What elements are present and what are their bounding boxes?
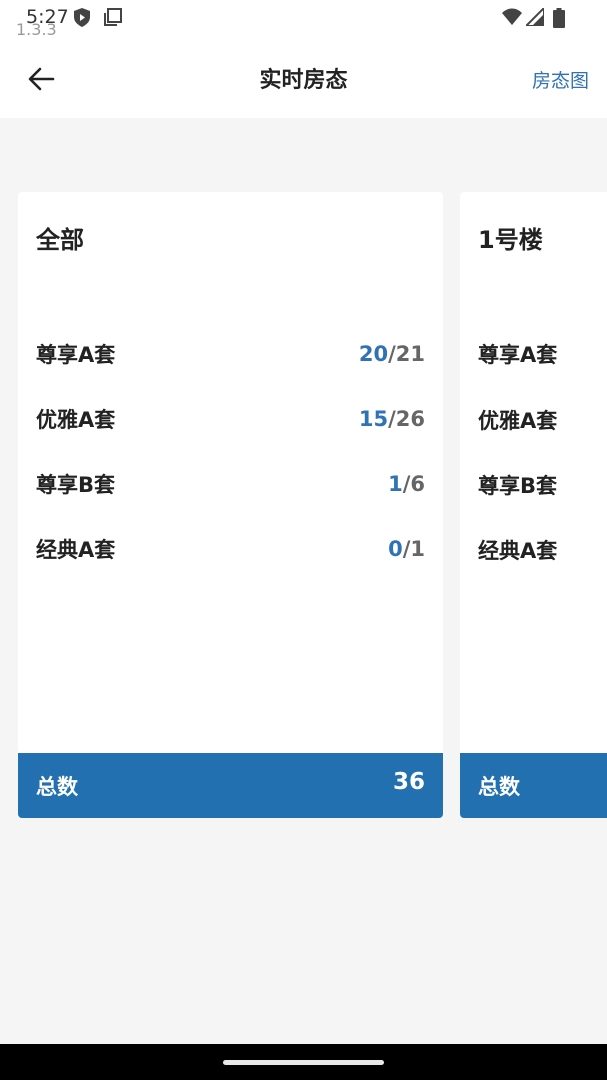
- room-type-row: 经典A套: [478, 533, 607, 567]
- available-count: 15: [358, 407, 389, 431]
- room-count: 20/21: [359, 342, 425, 366]
- room-type-row: 尊享A套 20/21: [36, 337, 425, 371]
- app-bar: 实时房态 房态图: [0, 40, 607, 118]
- room-type-label: 经典A套: [478, 539, 558, 563]
- signal-icon: [526, 8, 544, 26]
- room-status-card-all[interactable]: 全部 尊享A套 20/21 优雅A套 15/26 尊享B套 1/6 经典A套 0…: [18, 192, 443, 818]
- screen: 5:27 1.3.3 实时房态 房态图 全部 尊享A套 20/21 优雅A套 1…: [0, 0, 607, 1080]
- footer-total-label: 总数: [36, 775, 78, 799]
- room-type-label: 优雅A套: [36, 408, 116, 432]
- room-type-row: 优雅A套: [478, 403, 607, 437]
- card-title: 1号楼: [478, 226, 543, 254]
- room-type-row: 经典A套 0/1: [36, 532, 425, 566]
- available-count: 0: [388, 537, 403, 561]
- footer-total-value: 36: [392, 769, 425, 795]
- status-bar: 5:27 1.3.3: [0, 0, 607, 40]
- total-count: /1: [402, 537, 425, 561]
- card-title: 全部: [36, 226, 84, 254]
- total-count: /26: [388, 407, 425, 431]
- room-type-label: 优雅A套: [478, 409, 558, 433]
- version-label: 1.3.3: [16, 20, 57, 39]
- system-nav-bar: [0, 1044, 607, 1080]
- page-title: 实时房态: [259, 68, 348, 93]
- room-count: 15/26: [359, 407, 425, 431]
- room-type-label: 尊享A套: [36, 343, 116, 367]
- card-footer: 总数 36: [18, 753, 443, 818]
- available-count: 1: [388, 472, 403, 496]
- home-indicator[interactable]: [223, 1060, 384, 1065]
- footer-total-label: 总数: [478, 775, 520, 799]
- room-type-label: 尊享B套: [478, 474, 558, 498]
- total-count: /6: [402, 472, 425, 496]
- shield-play-icon: [74, 8, 90, 27]
- room-status-card-building-1[interactable]: 1号楼 尊享A套 优雅A套 尊享B套 经典A套 总数: [460, 192, 607, 818]
- room-map-button[interactable]: 房态图: [532, 66, 589, 93]
- room-type-label: 经典A套: [36, 538, 116, 562]
- wifi-icon: [502, 8, 522, 25]
- room-type-row: 优雅A套 15/26: [36, 402, 425, 436]
- room-count: 1/6: [388, 472, 425, 496]
- screenshot-icon: [104, 8, 122, 26]
- room-type-row: 尊享B套: [478, 468, 607, 502]
- total-count: /21: [388, 342, 425, 366]
- card-footer: 总数: [460, 753, 607, 818]
- room-type-row: 尊享A套: [478, 337, 607, 371]
- room-type-label: 尊享B套: [36, 473, 116, 497]
- available-count: 20: [358, 342, 389, 366]
- room-type-row: 尊享B套 1/6: [36, 467, 425, 501]
- battery-icon: [553, 8, 565, 28]
- room-type-label: 尊享A套: [478, 343, 558, 367]
- room-count: 0/1: [388, 537, 425, 561]
